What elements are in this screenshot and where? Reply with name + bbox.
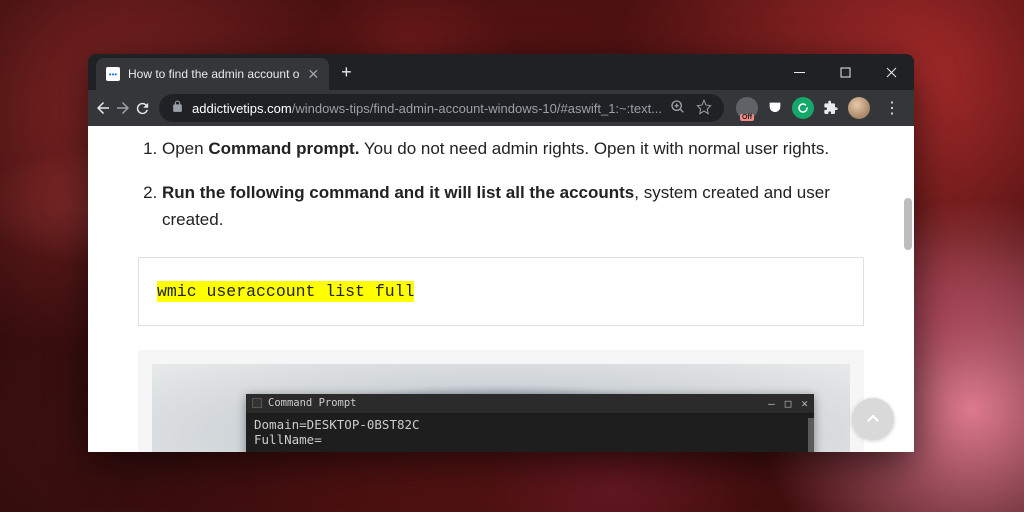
maximize-button[interactable] xyxy=(822,54,868,90)
code-command: wmic useraccount list full xyxy=(157,281,414,302)
step-2: Run the following command and it will li… xyxy=(162,180,864,233)
cmd-output: Domain=DESKTOP-0BST82C FullName= xyxy=(246,414,814,451)
lock-icon xyxy=(171,100,184,116)
forward-button[interactable] xyxy=(114,93,132,123)
article-content: Open Command prompt. You do not need adm… xyxy=(88,126,914,452)
minimize-button[interactable] xyxy=(776,54,822,90)
cmd-line-2: FullName= xyxy=(254,432,806,448)
browser-titlebar: ••• How to find the admin account o ✕ + xyxy=(88,54,914,90)
cmd-maximize-icon[interactable]: □ xyxy=(785,395,792,412)
tab-favicon: ••• xyxy=(106,67,120,81)
command-prompt-window: Command Prompt — □ ✕ Domain=DESKTOP-0BST… xyxy=(246,394,814,452)
zoom-icon[interactable] xyxy=(670,99,686,118)
profile-avatar[interactable] xyxy=(848,97,870,119)
address-bar[interactable]: addictivetips.com/windows-tips/find-admi… xyxy=(159,94,724,122)
steps-list: Open Command prompt. You do not need adm… xyxy=(138,136,864,233)
page-viewport: Open Command prompt. You do not need adm… xyxy=(88,126,914,452)
chrome-menu-icon[interactable]: ⋮ xyxy=(876,98,908,118)
cmd-close-icon[interactable]: ✕ xyxy=(801,395,808,412)
new-tab-button[interactable]: + xyxy=(329,62,364,83)
bookmark-star-icon[interactable] xyxy=(696,99,712,118)
extension-grammarly-icon[interactable] xyxy=(792,97,814,119)
scroll-to-top-button[interactable] xyxy=(852,398,894,440)
desktop-wallpaper: ••• How to find the admin account o ✕ + … xyxy=(0,0,1024,512)
cmd-line-1: Domain=DESKTOP-0BST82C xyxy=(254,417,806,433)
extension-pocket-icon[interactable] xyxy=(764,97,786,119)
scrollbar-thumb[interactable] xyxy=(904,198,912,250)
window-controls xyxy=(776,54,914,90)
browser-tab[interactable]: ••• How to find the admin account o ✕ xyxy=(96,58,329,90)
cmd-scrollbar-thumb[interactable] xyxy=(808,418,814,452)
extension-adblock-icon[interactable] xyxy=(736,97,758,119)
tab-title: How to find the admin account o xyxy=(128,67,299,81)
url-text: addictivetips.com/windows-tips/find-admi… xyxy=(192,101,662,116)
code-block: wmic useraccount list full xyxy=(138,257,864,326)
chrome-window: ••• How to find the admin account o ✕ + … xyxy=(88,54,914,452)
window-close-button[interactable] xyxy=(868,54,914,90)
step-1: Open Command prompt. You do not need adm… xyxy=(162,136,864,162)
tab-close-icon[interactable]: ✕ xyxy=(307,66,319,83)
embedded-screenshot: Command Prompt — □ ✕ Domain=DESKTOP-0BST… xyxy=(138,350,864,452)
cmd-minimize-icon[interactable]: — xyxy=(768,395,775,412)
reload-button[interactable] xyxy=(134,93,151,123)
cmd-icon xyxy=(252,398,262,408)
extensions-area: ⋮ xyxy=(732,97,912,119)
browser-toolbar: addictivetips.com/windows-tips/find-admi… xyxy=(88,90,914,126)
back-button[interactable] xyxy=(94,93,112,123)
extensions-menu-icon[interactable] xyxy=(820,97,842,119)
cmd-titlebar: Command Prompt — □ ✕ xyxy=(246,394,814,414)
cmd-title-text: Command Prompt xyxy=(268,395,357,411)
